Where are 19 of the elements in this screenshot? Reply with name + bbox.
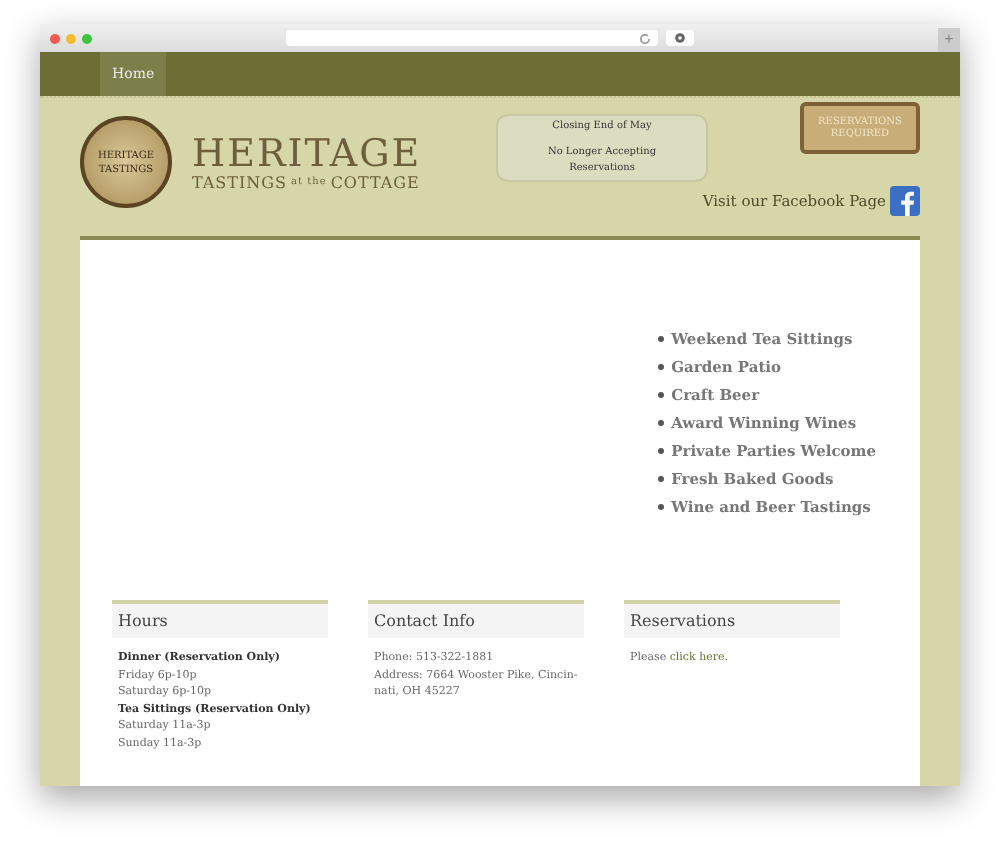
site-subtitle: TASTINGS — [192, 173, 288, 191]
minimize-dot-icon[interactable] — [66, 33, 76, 43]
bullet-icon — [657, 503, 664, 509]
site-subtitle: COTTAGE — [330, 173, 420, 191]
close-dot-icon[interactable] — [50, 33, 60, 43]
reload-icon[interactable] — [638, 31, 652, 45]
bullet-icon — [657, 363, 664, 369]
bullet-icon — [657, 335, 664, 341]
bullet-icon — [657, 391, 664, 397]
extension-button[interactable] — [666, 30, 694, 46]
widget-title: Reservations — [624, 600, 840, 638]
bullet-icon — [657, 447, 664, 453]
maximize-dot-icon[interactable] — [82, 33, 92, 43]
facebook-icon[interactable] — [890, 186, 920, 216]
widget-title: Contact Info — [368, 600, 584, 638]
bullet-icon — [657, 419, 664, 425]
bullet-icon — [657, 475, 664, 481]
widget-title: Hours — [112, 600, 328, 638]
site-title: HERITAGE — [192, 133, 422, 173]
